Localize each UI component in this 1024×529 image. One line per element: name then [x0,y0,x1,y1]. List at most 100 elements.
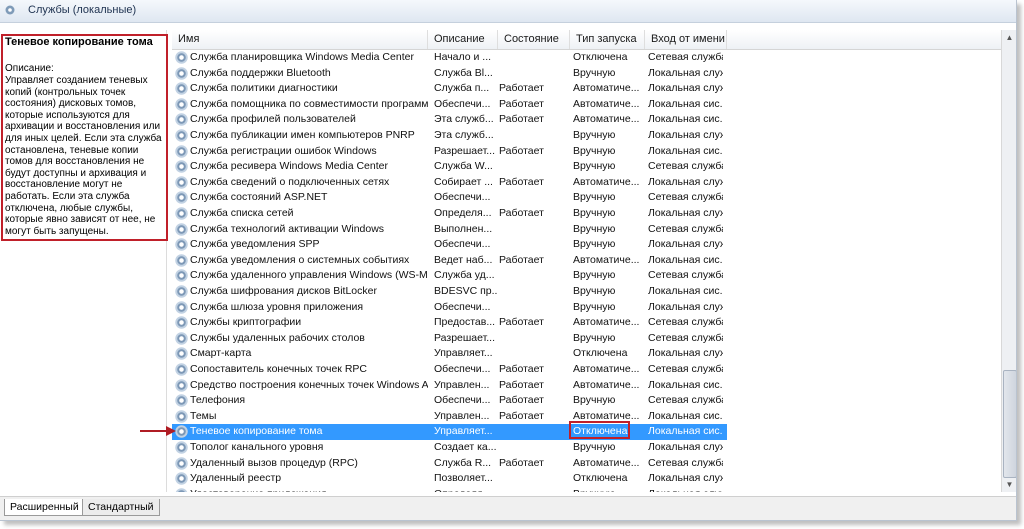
gear-icon [175,160,188,174]
column-header-startup-type[interactable]: Тип запуска [570,30,645,49]
table-row[interactable]: Служба планировщика Windows Media Center… [172,50,1001,66]
table-row[interactable]: Служба политики диагностики Служба п... Ра… [172,81,1001,97]
service-startup-type: Вручную [573,441,616,453]
service-logon-as: Локальная сис... [648,425,723,438]
gear-icon [175,472,188,486]
service-description: Определя... [434,207,492,219]
service-startup-type: Отключена [573,472,628,485]
service-startup-type: Вручную [573,269,616,282]
gear-icon [175,409,188,423]
service-logon-as: Локальная сис... [648,97,723,110]
table-row[interactable]: Служба списка сетей Определя... Работает Вр… [172,206,1001,222]
service-description: Эта служб... [434,129,494,141]
gear-icon [175,269,188,283]
column-header-status[interactable]: Состояние [498,30,570,49]
service-name: Служба шлюза уровня приложения [190,300,364,313]
service-logon-as: Локальная сис... [648,144,723,157]
table-row[interactable]: Тополог канального уровня Создает ка... Вр… [172,440,1001,456]
service-name: Служба помощника по совместимости програ… [190,97,428,110]
service-description: Служба R... [434,456,492,469]
service-logon-as: Локальная служба [648,66,723,79]
table-row[interactable]: Служба регистрации ошибок Windows Разреша… [172,144,1001,160]
service-name: Теневое копирование тома [190,425,323,438]
table-row[interactable]: Удостоверение приложения Определя... Вручн… [172,487,1001,492]
table-row[interactable]: Удаленный реестр Позволяет... Отключена Лок… [172,471,1001,487]
service-startup-type: Вручную [573,487,643,492]
column-header-description[interactable]: Описание [428,30,498,49]
table-row[interactable]: Служба уведомления SPP Обеспечи... Вручную… [172,237,1001,253]
table-row[interactable]: Служба технологий активации Windows Выпол… [172,222,1001,238]
table-row[interactable]: Телефония Обеспечи... Работает Вручную Сетев… [172,393,1001,409]
service-description: Служба W... [434,160,493,173]
service-logon-as: Сетевая служба [648,160,723,173]
service-startup-type: Вручную [573,160,616,173]
gear-icon [175,238,188,252]
scrollbar-thumb[interactable] [1003,370,1016,478]
service-startup-type: Автоматиче... [573,175,640,188]
table-row[interactable]: Служба помощника по совместимости програ… [172,97,1001,113]
service-logon-as: Локальная служба [648,207,723,219]
table-row[interactable]: Служба шифрования дисков BitLocker BDESVC… [172,284,1001,300]
service-logon-as: Сетевая служба [648,269,723,282]
service-startup-type: Автоматиче... [573,113,640,126]
table-row[interactable]: Служба профилей пользователей Эта служб..… [172,112,1001,128]
table-row[interactable]: Службы криптографии Предостав... Работает А… [172,315,1001,331]
service-name: Смарт-карта [190,347,252,360]
table-row[interactable]: Удаленный вызов процедур (RPC) Служба R..… [172,456,1001,472]
table-row[interactable]: Служба ресивера Windows Media Center Служ… [172,159,1001,175]
service-logon-as: Локальная сис... [648,378,723,391]
services-icon [5,5,15,15]
gear-icon [175,144,188,158]
gear-icon [175,191,188,205]
service-description: Управляет... [434,425,493,438]
service-status [499,284,565,300]
service-description: Управлен... [434,409,490,422]
scroll-up-icon[interactable]: ▲ [1002,30,1016,45]
table-row[interactable]: Службы удаленных рабочих столов Разрешает… [172,331,1001,347]
description-text: Управляет созданием теневых копий (контр… [5,75,162,237]
service-status: Работает [499,316,544,329]
table-row[interactable]: Служба публикации имен компьютеров PNRP Э… [172,128,1001,144]
table-row[interactable]: Служба удаленного управления Windows (WS… [172,268,1001,284]
service-logon-as: Локальная служба [648,441,723,453]
service-status: Работает [499,175,544,188]
service-status: Работает [499,82,544,95]
table-row[interactable]: Служба шлюза уровня приложения Обеспечи..… [172,300,1001,316]
service-startup-type: Вручную [573,191,616,204]
table-row[interactable]: Служба сведений о подключенных сетях Соби… [172,175,1001,191]
table-row[interactable]: Сопоставитель конечных точек RPC Обеспечи… [172,362,1001,378]
service-name: Служба состояний ASP.NET [190,191,328,204]
table-row[interactable]: Служба уведомления о системных событиях В… [172,253,1001,269]
service-startup-type: Автоматиче... [573,82,640,95]
service-logon-as: Локальная служба [648,487,723,492]
table-row[interactable]: Служба поддержки Bluetooth Служба Bl... Вр… [172,66,1001,82]
service-name: Служба профилей пользователей [190,113,356,126]
service-description: Ведет наб... [434,253,493,266]
service-description: Предостав... [434,316,496,329]
service-startup-type: Автоматиче... [573,456,640,469]
scroll-down-icon[interactable]: ▼ [1002,477,1016,492]
gear-icon [175,331,188,345]
service-description: Управляет... [434,347,493,360]
service-logon-as: Сетевая служба [648,456,723,469]
service-status: Работает [499,207,544,219]
column-header-name[interactable]: Имя [172,30,428,49]
gear-icon [175,300,188,314]
service-name: Сопоставитель конечных точек RPC [190,363,367,375]
table-row[interactable]: Средство построения конечных точек Windo… [172,378,1001,394]
service-logon-as: Сетевая служба [648,363,723,375]
tab-extended[interactable]: Расширенный [4,499,85,516]
services-window: Службы (локальные) Теневое копирование т… [0,0,1017,521]
column-header-logon-as[interactable]: Вход от имени [645,30,727,49]
service-description: Обеспечи... [434,191,491,204]
service-startup-type: Автоматиче... [573,316,640,329]
gear-icon [175,113,188,127]
service-description: Собирает ... [434,175,493,188]
service-status: Работает [499,113,544,126]
tab-standard[interactable]: Стандартный [82,499,160,516]
gear-icon [175,175,188,189]
service-name: Тополог канального уровня [190,441,324,453]
table-row[interactable]: Служба состояний ASP.NET Обеспечи... Вручн… [172,190,1001,206]
table-row[interactable]: Смарт-карта Управляет... Отключена Локальна… [172,346,1001,362]
vertical-scrollbar[interactable]: ▲ ▼ [1001,30,1016,492]
